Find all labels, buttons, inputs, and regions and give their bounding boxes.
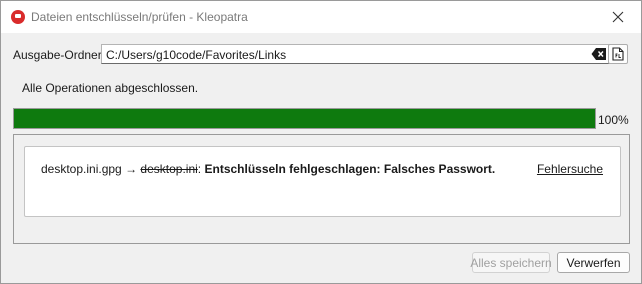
result-error-message: Entschlüsseln fehlgeschlagen: Falsches P…	[204, 162, 496, 176]
close-button[interactable]	[595, 1, 641, 33]
decrypt-dialog-window: Dateien entschlüsseln/prüfen - Kleopatra…	[0, 0, 642, 284]
progress-bar	[13, 108, 596, 129]
result-message-line: desktop.ini.gpg → desktop.ini: Entschlüs…	[41, 162, 495, 176]
result-item: desktop.ini.gpg → desktop.ini: Entschlüs…	[24, 146, 621, 217]
operation-status-text: Alle Operationen abgeschlossen.	[22, 81, 199, 95]
output-folder-value: C:/Users/g10code/Favorites/Links	[106, 48, 287, 62]
result-source-file: desktop.ini.gpg	[41, 162, 122, 176]
kleopatra-app-icon	[11, 10, 25, 24]
open-folder-icon	[612, 47, 624, 61]
save-all-button[interactable]: Alles speichern	[470, 252, 552, 273]
output-folder-input[interactable]: C:/Users/g10code/Favorites/Links	[101, 44, 610, 64]
clear-text-icon[interactable]	[591, 47, 607, 61]
result-arrow: →	[125, 162, 138, 176]
result-target-file: desktop.ini	[140, 162, 198, 176]
progress-bar-fill	[14, 109, 595, 128]
results-area: desktop.ini.gpg → desktop.ini: Entschlüs…	[13, 134, 630, 244]
title-bar: Dateien entschlüsseln/prüfen - Kleopatra	[1, 1, 641, 33]
progress-percent-label: 100%	[598, 113, 629, 127]
discard-button[interactable]: Verwerfen	[557, 252, 630, 273]
window-title: Dateien entschlüsseln/prüfen - Kleopatra	[31, 10, 248, 24]
close-icon	[612, 11, 624, 23]
troubleshoot-link[interactable]: Fehlersuche	[537, 162, 603, 176]
result-colon: :	[197, 162, 202, 176]
output-folder-label: Ausgabe-Ordner:	[13, 48, 106, 62]
browse-folder-button[interactable]	[608, 44, 628, 64]
